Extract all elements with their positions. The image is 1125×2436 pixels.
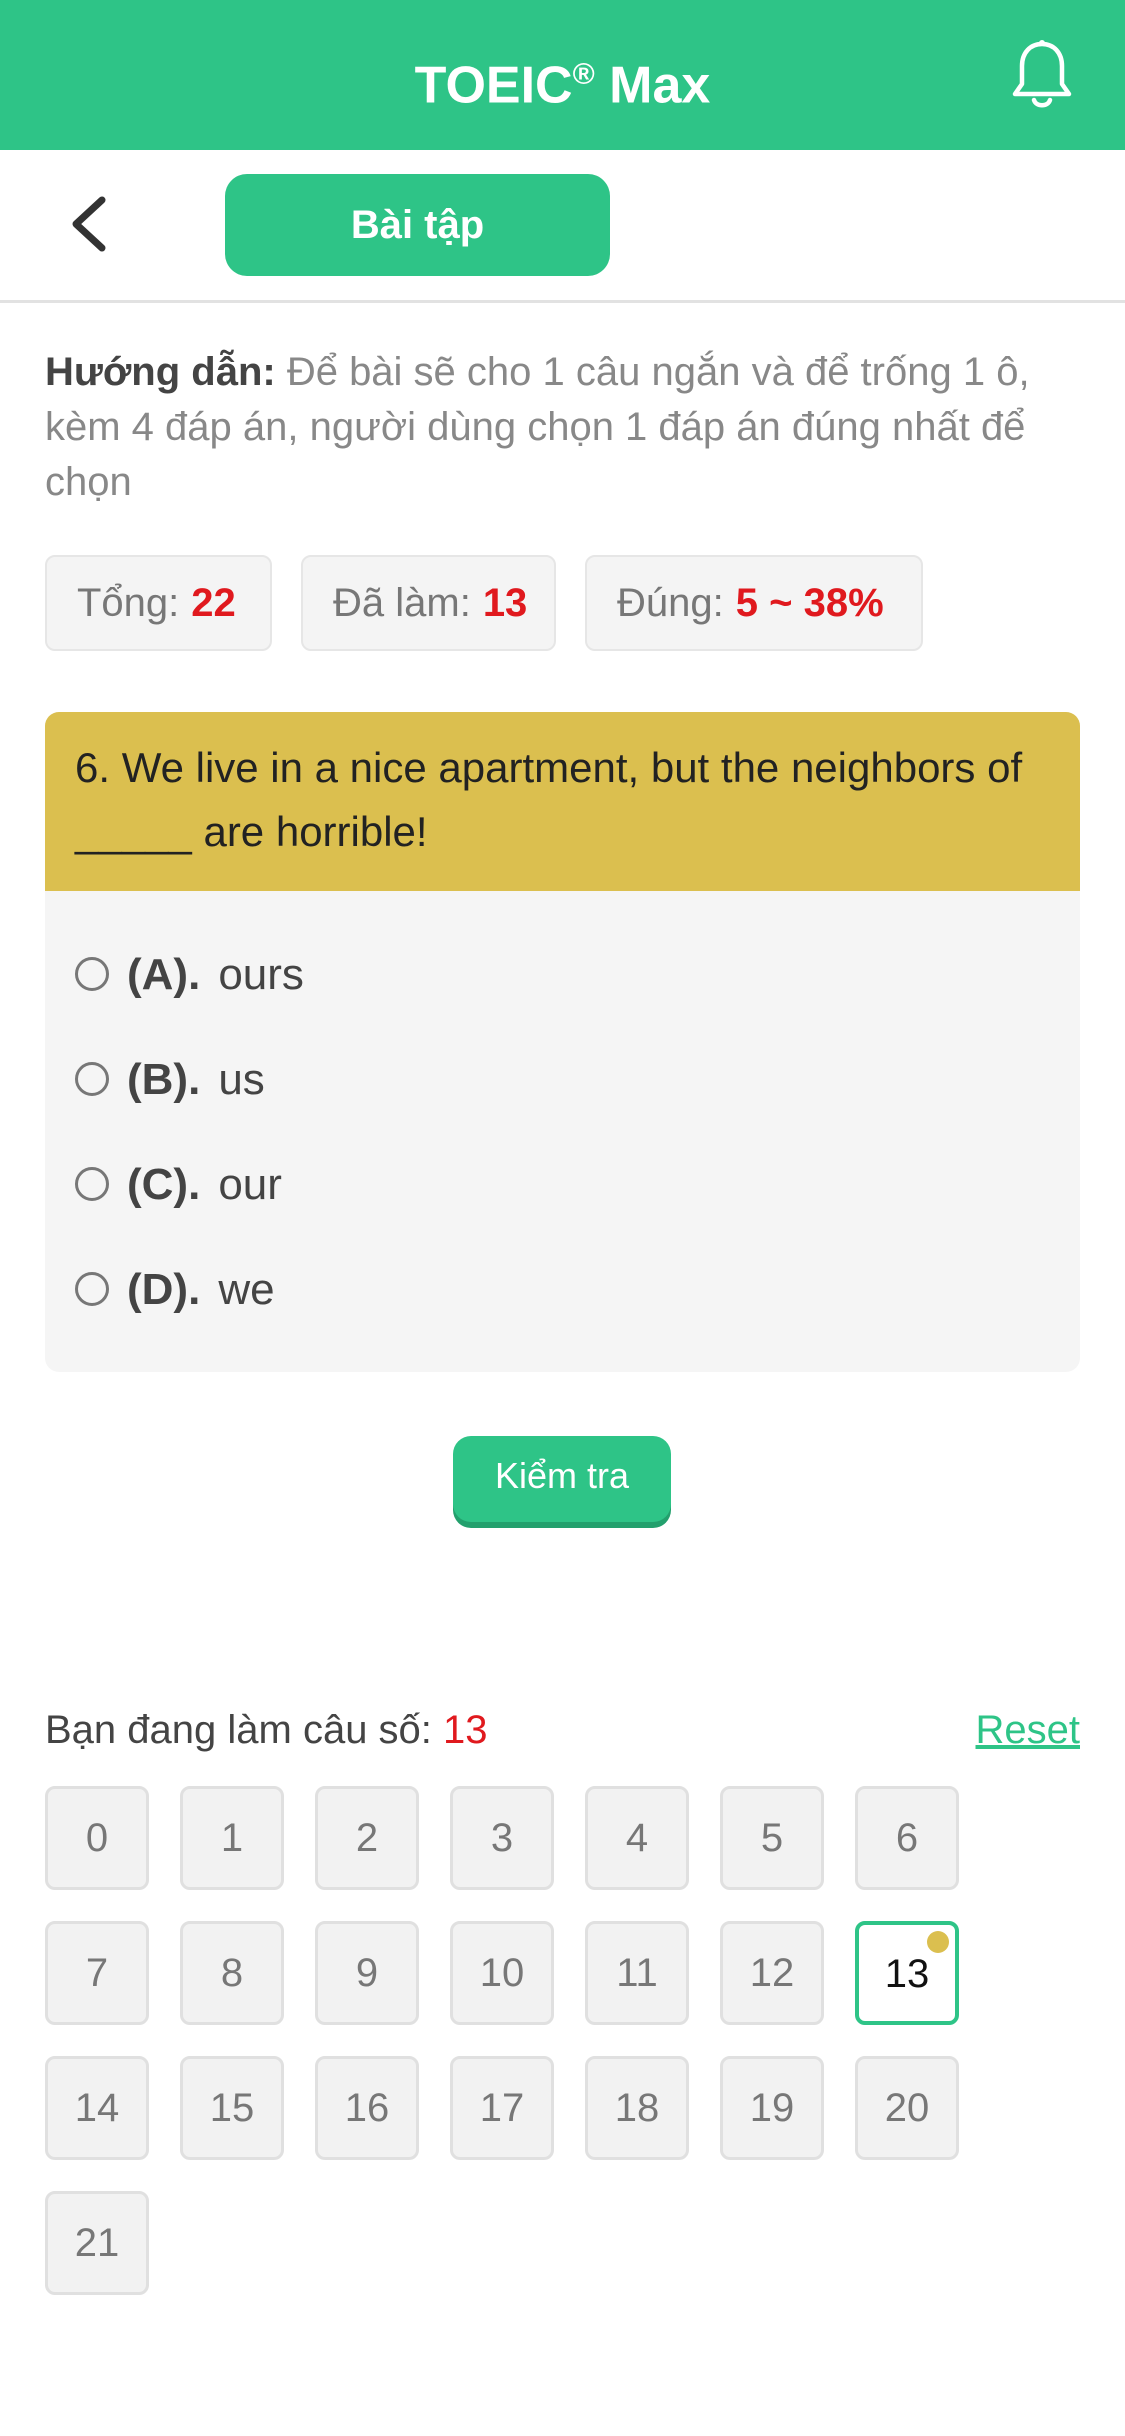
option-letter: (A). (127, 950, 201, 999)
question-number-label: 8 (220, 1951, 244, 1995)
question-number-label: 12 (749, 1951, 795, 1995)
radio-icon[interactable] (75, 957, 109, 992)
option-letter: (C). (127, 1160, 201, 1209)
stat-correct-value: 5 ~ 38% (735, 581, 884, 625)
option-text: we (218, 1265, 275, 1314)
question-number-label: 4 (625, 1816, 649, 1860)
option-b[interactable]: (B). us (75, 1050, 265, 1110)
option-text: our (218, 1160, 282, 1209)
question-number-label: 6 (895, 1816, 919, 1860)
instructions: Hướng dẫn: Để bài sẽ cho 1 câu ngắn và đ… (45, 345, 1085, 510)
question-number-label: 1 (220, 1816, 244, 1860)
question-number-button[interactable]: 15 (180, 2056, 284, 2160)
current-question-text: Bạn đang làm câu số: (45, 1708, 432, 1752)
app-title-suffix: Max (594, 56, 711, 115)
stat-total-value: 22 (191, 581, 236, 625)
question-number-button[interactable]: 3 (450, 1786, 554, 1890)
question-number-button[interactable]: 17 (450, 2056, 554, 2160)
question-number-label: 3 (490, 1816, 514, 1860)
question-number-label: 17 (479, 2086, 525, 2130)
question-number-button[interactable]: 20 (855, 2056, 959, 2160)
question-number-button[interactable]: 5 (720, 1786, 824, 1890)
option-text: us (218, 1055, 265, 1104)
stat-total: Tổng: 22 (45, 555, 272, 651)
radio-icon[interactable] (75, 1272, 109, 1307)
question-number-button[interactable]: 11 (585, 1921, 689, 2025)
current-question-label: Bạn đang làm câu số: 13 (45, 1700, 488, 1760)
question-number-button[interactable]: 7 (45, 1921, 149, 2025)
question-number-label: 2 (355, 1816, 379, 1860)
question-number-button[interactable]: 8 (180, 1921, 284, 2025)
question-number-button[interactable]: 21 (45, 2191, 149, 2295)
app-title: TOEIC® Max (0, 40, 1125, 114)
option-letter: (D). (127, 1265, 201, 1314)
question-number-label: 18 (614, 2086, 660, 2130)
stat-done: Đã làm: 13 (301, 555, 556, 651)
exercise-tab-button[interactable]: Bài tập (225, 174, 610, 276)
question-number-button[interactable]: 19 (720, 2056, 824, 2160)
bell-icon[interactable] (1010, 38, 1074, 112)
instructions-label: Hướng dẫn: (45, 350, 276, 394)
stat-total-label: Tổng: (77, 581, 180, 625)
question-number-button[interactable]: 0 (45, 1786, 149, 1890)
question-number-button[interactable]: 12 (720, 1921, 824, 2025)
chevron-left-icon[interactable] (66, 194, 110, 254)
stat-correct-label: Đúng: (617, 581, 724, 625)
question-number-label: 19 (749, 2086, 795, 2130)
question-number-button[interactable]: 2 (315, 1786, 419, 1890)
option-a[interactable]: (A). ours (75, 945, 304, 1005)
question-number-label: 5 (760, 1816, 784, 1860)
question-number-label: 21 (74, 2221, 120, 2265)
question-number-button[interactable]: 14 (45, 2056, 149, 2160)
radio-icon[interactable] (75, 1167, 109, 1202)
registered-mark: ® (572, 58, 595, 91)
question-number-button[interactable]: 10 (450, 1921, 554, 2025)
question-number-button[interactable]: 18 (585, 2056, 689, 2160)
question-number-button[interactable]: 4 (585, 1786, 689, 1890)
question-number-label: 10 (479, 1951, 525, 1995)
question-number-button[interactable]: 6 (855, 1786, 959, 1890)
status-dot-icon (927, 1931, 949, 1953)
option-text: ours (218, 950, 304, 999)
question-number-button[interactable]: 9 (315, 1921, 419, 2025)
question-number-label: 7 (85, 1951, 109, 1995)
question-number-button[interactable]: 1 (180, 1786, 284, 1890)
stat-done-label: Đã làm: (333, 581, 471, 625)
question-number-button[interactable]: 16 (315, 2056, 419, 2160)
question-number-label: 15 (209, 2086, 255, 2130)
stat-correct: Đúng: 5 ~ 38% (585, 555, 923, 651)
question-number-label: 9 (355, 1951, 379, 1995)
option-d[interactable]: (D). we (75, 1260, 275, 1320)
option-letter: (B). (127, 1055, 201, 1104)
option-c[interactable]: (C). our (75, 1155, 282, 1215)
app-title-text: TOEIC (414, 56, 573, 115)
current-question-number: 13 (443, 1708, 488, 1752)
question-number-label: 11 (616, 1951, 658, 1995)
question-number-button[interactable]: 13 (855, 1921, 959, 2025)
question-number-label: 0 (85, 1816, 109, 1860)
reset-link[interactable]: Reset (976, 1700, 1081, 1760)
question-number-label: 13 (884, 1952, 930, 1996)
question-text: 6. We live in a nice apartment, but the … (45, 712, 1080, 891)
radio-icon[interactable] (75, 1062, 109, 1097)
question-number-label: 16 (344, 2086, 390, 2130)
check-button[interactable]: Kiểm tra (453, 1436, 671, 1522)
question-card: 6. We live in a nice apartment, but the … (45, 712, 1080, 1372)
stat-done-value: 13 (482, 581, 528, 625)
question-number-label: 14 (74, 2086, 120, 2130)
question-number-label: 20 (884, 2086, 930, 2130)
